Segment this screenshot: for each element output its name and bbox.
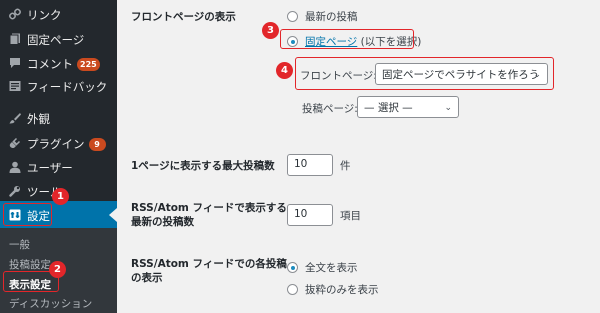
rss-count-input[interactable]: 10: [287, 204, 333, 226]
step-marker-1: 1: [52, 188, 69, 205]
rss-count-unit: 項目: [340, 210, 361, 222]
rss-count-heading-line1: RSS/Atom フィードで表示する: [131, 202, 287, 214]
highlight-settings-box: [3, 203, 52, 226]
posts-per-page-input[interactable]: 10: [287, 154, 333, 176]
latest-posts-radio[interactable]: [287, 11, 298, 22]
posts-per-page-heading: 1ページに表示する最大投稿数: [131, 160, 275, 172]
rss-display-heading: RSS/Atom フィードでの各投稿 の表示: [131, 257, 287, 285]
comment-count-badge: 225: [77, 58, 100, 71]
posts-page-select[interactable]: — 選択 — ⌄: [357, 96, 459, 118]
sidebar-item-label: リンク: [27, 8, 62, 22]
rss-full-text-label[interactable]: 全文を表示: [305, 260, 358, 275]
step-marker-3: 3: [262, 22, 279, 39]
front-page-heading: フロントページの表示: [131, 11, 236, 23]
user-icon: [9, 161, 21, 173]
brush-icon: [9, 113, 21, 124]
sidebar-item-label: コメント: [27, 57, 73, 71]
rss-excerpt-radio[interactable]: [287, 284, 298, 295]
page-icon: [9, 33, 20, 45]
step-marker-2: 2: [49, 261, 66, 278]
plugin-icon: [9, 137, 21, 149]
rss-count-heading: RSS/Atom フィードで表示する 最新の投稿数: [131, 201, 287, 229]
plugin-update-badge: 9: [88, 138, 106, 151]
chevron-down-icon: ⌄: [444, 103, 452, 113]
posts-per-page-unit: 件: [340, 160, 351, 172]
sidebar-item-label: プラグイン: [27, 137, 85, 151]
feedback-icon: [9, 81, 21, 91]
sidebar-item-feedback[interactable]: フィードバック: [0, 72, 117, 100]
posts-page-select-value: — 選択 —: [364, 102, 413, 114]
sidebar-item-label: 外観: [27, 112, 50, 126]
submenu-item-writing[interactable]: 投稿設定: [9, 257, 51, 272]
comment-icon: [10, 58, 20, 68]
sidebar-item-label: ユーザー: [27, 161, 73, 175]
latest-posts-label[interactable]: 最新の投稿: [305, 9, 358, 24]
sidebar-item-links[interactable]: リンク: [0, 0, 117, 28]
link-icon: [9, 8, 21, 20]
posts-page-select-label: 投稿ページ:: [302, 103, 358, 115]
rss-full-text-radio[interactable]: [287, 262, 298, 273]
sidebar-item-appearance[interactable]: 外観: [0, 104, 117, 132]
rss-display-heading-line2: の表示: [131, 272, 163, 284]
highlight-static-page-box: [280, 29, 414, 49]
sidebar-item-label: 固定ページ: [27, 33, 85, 47]
rss-count-heading-line2: 最新の投稿数: [131, 216, 194, 228]
rss-display-heading-line1: RSS/Atom フィードでの各投稿: [131, 258, 287, 270]
step-marker-4: 4: [276, 62, 293, 79]
sidebar-item-label: フィードバック: [27, 80, 108, 94]
submenu-item-general[interactable]: 一般: [9, 237, 30, 252]
highlight-front-page-select-box: [295, 57, 554, 90]
submenu-item-discussion[interactable]: ディスカッション: [9, 296, 92, 311]
wrench-icon: [9, 186, 20, 197]
rss-excerpt-label[interactable]: 抜粋のみを表示: [305, 282, 379, 297]
